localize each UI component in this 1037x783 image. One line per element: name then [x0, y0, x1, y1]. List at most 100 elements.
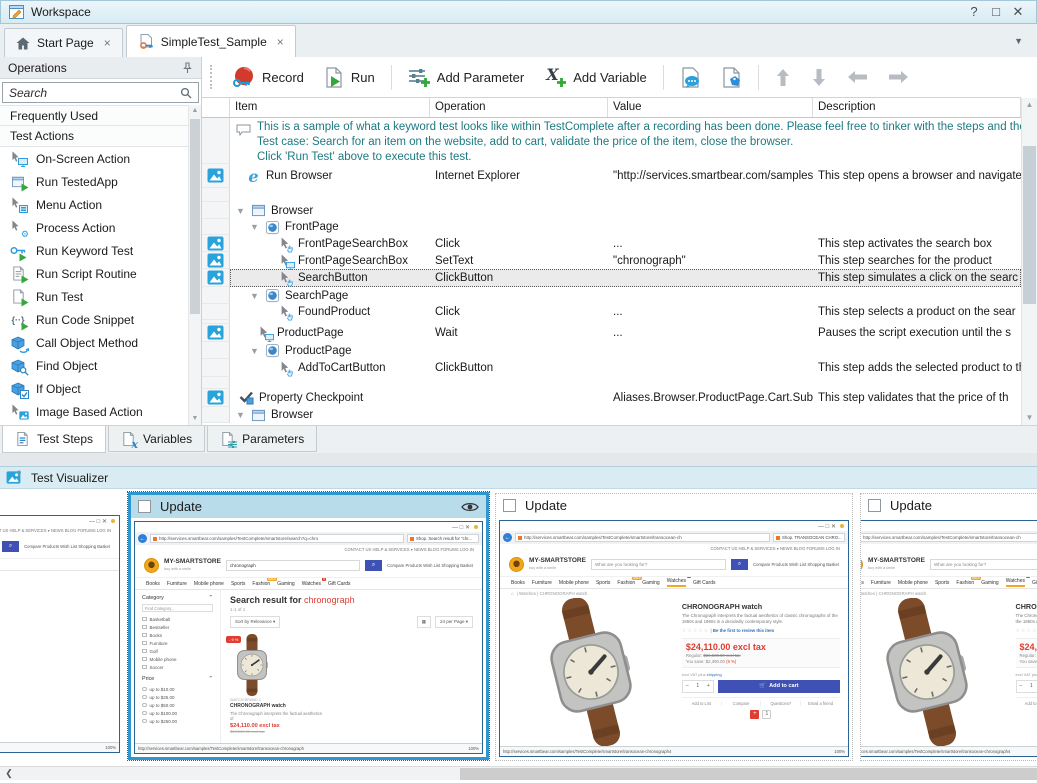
test-step-row[interactable]: FrontPageSearchBox Click ... This step a…: [202, 235, 1021, 252]
update-checkbox[interactable]: [868, 499, 881, 512]
tab-close-icon[interactable]: ×: [277, 35, 284, 49]
test-step-row[interactable]: ProductPage Wait ... Pauses the script e…: [202, 324, 1021, 342]
test-visualizer-header[interactable]: Test Visualizer: [0, 466, 1037, 489]
visualizer-thumbnail-productpage[interactable]: Update — □ ✕ ← http://services.smartbear…: [496, 494, 852, 760]
chevron-down-icon[interactable]: ▼: [235, 410, 246, 420]
close-button[interactable]: ✕: [1008, 4, 1028, 20]
move-down-button[interactable]: [804, 65, 834, 90]
toolbar-grip[interactable]: [210, 65, 213, 89]
screenshot-icon[interactable]: [207, 270, 224, 285]
tab-simpletest-sample[interactable]: SimpleTest_Sample ×: [126, 25, 296, 57]
screenshot-icon[interactable]: [207, 390, 224, 405]
tab-list-dropdown-icon[interactable]: ▼: [1014, 36, 1023, 46]
visualizer-thumbnail-frontpage[interactable]: — □ ✕ CONTACT US HELP & SERVICES ▾ NEWS …: [0, 515, 122, 757]
chevron-down-icon[interactable]: ▼: [249, 291, 260, 301]
add-parameter-button[interactable]: Add Parameter: [401, 64, 531, 90]
column-value[interactable]: Value: [608, 98, 813, 117]
column-item[interactable]: Item: [230, 98, 430, 117]
test-step-row[interactable]: ▼Browser: [202, 407, 1021, 423]
scrollbar-thumb[interactable]: [460, 768, 1037, 780]
operations-search-input[interactable]: Search: [2, 82, 199, 103]
help-button[interactable]: ?: [964, 4, 984, 20]
eye-icon[interactable]: [461, 501, 479, 513]
test-step-row[interactable]: eRun Browser Internet Explorer "http://s…: [202, 164, 1021, 188]
grid-vertical-scrollbar[interactable]: ▲ ▼: [1021, 98, 1037, 425]
screenshot-icon[interactable]: [207, 168, 224, 183]
group-frequently-used[interactable]: Frequently Used: [0, 105, 188, 126]
add-label-button[interactable]: [714, 64, 749, 91]
tab-test-steps[interactable]: Test Steps: [2, 426, 106, 453]
sidebar-item-on-screen-action[interactable]: On-Screen Action: [0, 147, 188, 170]
visualizer-horizontal-scrollbar[interactable]: ❮: [0, 766, 1037, 780]
row-gutter-cell: [202, 304, 230, 320]
comment-row[interactable]: This is a sample of what a keyword test …: [202, 118, 1021, 164]
sidebar-item-run-code-snippet[interactable]: {··} Run Code Snippet: [0, 308, 188, 331]
scrollbar-thumb[interactable]: [190, 119, 200, 314]
sidebar-item-run-keyword-test[interactable]: Run Keyword Test: [0, 239, 188, 262]
mini-store-header: MY-SMARTSTOREbuy with a smile What are y…: [861, 552, 1037, 576]
add-comment-button[interactable]: [673, 64, 708, 91]
mini-product-card: - 9 % WATCH BRAND 1 CHRONOGRAPH watch Th…: [230, 634, 322, 734]
scroll-left-icon[interactable]: ❮: [2, 767, 16, 780]
column-operation[interactable]: Operation: [430, 98, 608, 117]
chevron-down-icon[interactable]: ▼: [235, 206, 246, 216]
test-step-row[interactable]: Property Checkpoint Aliases.Browser.Prod…: [202, 389, 1021, 407]
move-left-button[interactable]: [840, 67, 875, 87]
store-logo: [509, 557, 524, 572]
chevron-down-icon[interactable]: ▼: [249, 346, 260, 356]
test-step-row[interactable]: ▼SearchPage: [202, 287, 1021, 304]
visualizer-thumbnail-productpage-2[interactable]: Update — □ ✕ ← http://services.smartbear…: [861, 494, 1037, 760]
scroll-down-icon[interactable]: ▼: [189, 413, 201, 425]
sidebar-item-run-test[interactable]: Run Test: [0, 285, 188, 308]
tab-start-page[interactable]: Start Page ×: [4, 28, 123, 57]
screenshot-icon[interactable]: [207, 253, 224, 268]
run-button[interactable]: Run: [317, 64, 382, 91]
scroll-up-icon[interactable]: ▲: [189, 105, 201, 117]
mini-topbar-links: CONTACT US HELP & SERVICES ▾ NEWS BLOG F…: [710, 546, 840, 551]
test-step-row[interactable]: FrontPageSearchBox SetText "chronograph"…: [202, 252, 1021, 269]
operations-scrollbar[interactable]: ▲ ▼: [188, 105, 201, 425]
record-button[interactable]: Record: [224, 63, 311, 91]
chevron-down-icon[interactable]: ▼: [249, 222, 260, 232]
screenshot-icon[interactable]: [207, 325, 224, 340]
test-step-row[interactable]: AddToCartButton ClickButton This step ad…: [202, 359, 1021, 377]
update-checkbox[interactable]: [138, 500, 151, 513]
sidebar-item-image-based-action[interactable]: Image Based Action: [0, 400, 188, 423]
test-step-row[interactable]: ▼ProductPage: [202, 342, 1021, 359]
horizontal-splitter[interactable]: [0, 453, 1037, 466]
test-step-row[interactable]: ▼Browser: [202, 202, 1021, 219]
scroll-up-icon[interactable]: ▲: [1022, 98, 1037, 112]
web-page-icon: [264, 219, 281, 235]
sidebar-item-process-action[interactable]: ⚙ Process Action: [0, 216, 188, 239]
mini-qty-stepper: –1+: [1016, 680, 1037, 693]
move-right-button[interactable]: [881, 67, 916, 87]
mini-product-actions: Add to List Compare Questions? Email a f…: [682, 697, 840, 706]
sidebar-item-if-object[interactable]: If Object: [0, 377, 188, 400]
sidebar-item-run-testedapp[interactable]: Run TestedApp: [0, 170, 188, 193]
menu-action-icon: [9, 197, 27, 213]
visualizer-thumbnail-searchresults[interactable]: Update — □ ✕ ← http://services.smartbear…: [128, 492, 489, 760]
group-test-actions[interactable]: Test Actions: [0, 126, 188, 147]
testcomplete-workspace: Workspace ? □ ✕ Start Page × SimpleTest_…: [0, 0, 1037, 783]
arrow-down-icon: [811, 68, 827, 87]
move-up-button[interactable]: [768, 65, 798, 90]
maximize-button[interactable]: □: [986, 4, 1006, 20]
screenshot-icon[interactable]: [207, 236, 224, 251]
scroll-down-icon[interactable]: ▼: [1022, 411, 1037, 425]
sidebar-item-call-object-method[interactable]: Call Object Method: [0, 331, 188, 354]
column-description[interactable]: Description: [813, 98, 1021, 117]
row-gutter-cell: [202, 164, 230, 188]
sidebar-item-find-object[interactable]: Find Object: [0, 354, 188, 377]
tab-parameters[interactable]: Parameters: [207, 426, 317, 452]
update-checkbox[interactable]: [503, 499, 516, 512]
tab-variables[interactable]: x Variables: [108, 426, 205, 452]
tab-close-icon[interactable]: ×: [104, 36, 111, 50]
test-step-row-selected[interactable]: SearchButton ClickButton This step simul…: [202, 269, 1021, 287]
sidebar-item-menu-action[interactable]: Menu Action: [0, 193, 188, 216]
scrollbar-thumb[interactable]: [1023, 146, 1036, 304]
test-step-row[interactable]: FoundProduct Click ... This step selects…: [202, 304, 1021, 320]
add-variable-button[interactable]: X Add Variable: [537, 64, 653, 90]
sidebar-item-run-script-routine[interactable]: Run Script Routine: [0, 262, 188, 285]
test-step-row[interactable]: ▼FrontPage: [202, 219, 1021, 235]
pin-icon[interactable]: [182, 62, 193, 74]
